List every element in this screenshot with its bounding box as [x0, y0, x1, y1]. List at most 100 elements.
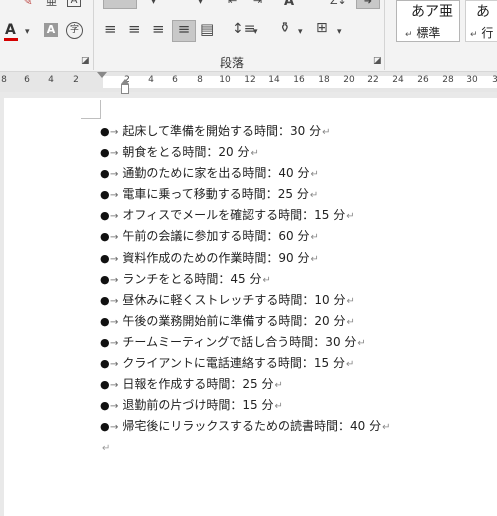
list-item-text: 電車に乗って移動する時間：25 分 [122, 187, 309, 202]
phonetic-guide-icon[interactable]: A [284, 0, 294, 10]
paragraph-mark-icon: ↵ [310, 232, 319, 244]
borders-icon[interactable]: ⊞ [316, 20, 328, 36]
style-no-spacing[interactable]: あ ↵ 行 [465, 0, 497, 42]
bullet-icon: ● [100, 251, 110, 265]
tab-mark-icon: → [110, 359, 119, 371]
paragraph-mark-icon: ↵ [309, 190, 319, 202]
align-center-icon[interactable]: ≡ [128, 21, 141, 37]
bullet-icon: ● [100, 146, 110, 160]
ruler-tick: 24 [392, 75, 404, 85]
tab-mark-icon: → [110, 232, 119, 244]
line-spacing-dropdown-icon[interactable]: ▾ [253, 24, 258, 40]
bullet-icon: ● [100, 230, 110, 244]
tab-mark-icon: → [110, 127, 119, 138]
enclosed-char-icon[interactable]: A [67, 0, 81, 7]
ruler-tick: 14 [268, 75, 280, 85]
margin-guide [81, 118, 100, 119]
font-color-dropdown-icon[interactable]: ▾ [25, 24, 30, 40]
ruler-tick: 28 [442, 75, 454, 85]
borders-dropdown-icon[interactable]: ▾ [337, 24, 342, 40]
ruler-tick: 8 [197, 75, 203, 85]
ruler-tick: 6 [24, 75, 30, 85]
ruler-tick: 6 [172, 75, 178, 85]
tab-mark-icon: → [110, 190, 119, 202]
list-item-text: 午前の会議に参加する時間：60 分 [122, 229, 310, 244]
bullet-list[interactable]: ●→ 起床して準備を開始する時間：30 分↵ ●→ 朝食をとる時間：20 分↵ ●→… [100, 121, 391, 437]
paragraph-mark-icon: ↵ [250, 148, 259, 160]
paragraph-mark-icon: ↵ [346, 316, 355, 328]
list-item[interactable]: ●→ チームミーティングで話し合う時間：30 分↵ [100, 332, 391, 353]
horizontal-ruler[interactable]: 8 6 4 2 2 4 6 8 10 12 14 16 18 20 22 24 … [0, 72, 497, 92]
paragraph-mark-icon: ↵ [346, 295, 355, 307]
font-color-icon[interactable]: A [5, 22, 16, 38]
tab-mark-icon: → [110, 316, 119, 328]
list-item[interactable]: ●→ 午後の業務開始前に準備する時間：20 分↵ [100, 311, 391, 332]
style-normal-sample: あア亜 [411, 4, 453, 20]
paragraph-mark-icon: ↵ [357, 337, 366, 349]
list-item[interactable]: ●→ オフィスでメールを確認する時間：15 分↵ [100, 205, 391, 226]
list-item[interactable]: ●→ 起床して準備を開始する時間：30 分↵ [100, 121, 391, 142]
bullets-icon[interactable] [103, 0, 137, 9]
list-item-text: 帰宅後にリラックスするための読書時間：40 分 [122, 419, 382, 434]
increase-indent-icon[interactable]: ⇥ [253, 0, 262, 9]
eraser-icon[interactable]: ✎ [22, 0, 33, 10]
tab-mark-icon: → [110, 211, 119, 223]
multilevel-list-icon[interactable]: ▾ [198, 0, 203, 10]
ruler-tick: 30 [466, 75, 478, 85]
justify-icon[interactable]: ≡ [172, 20, 196, 42]
show-marks-icon[interactable]: ➜ [356, 0, 380, 9]
tab-mark-icon: → [110, 380, 119, 392]
list-item[interactable]: ●→ クライアントに電話連絡する時間：15 分↵ [100, 353, 391, 374]
ruler-tick: 2 [73, 75, 79, 85]
list-item-text: 資料作成のための作業時間：90 分 [122, 250, 310, 265]
list-item[interactable]: ●→ 午前の会議に参加する時間：60 分↵ [100, 226, 391, 247]
char-shading-icon[interactable]: A [44, 23, 58, 37]
font-dialog-launcher-icon[interactable]: ◪ [81, 56, 90, 66]
ruby-text-icon[interactable]: 亜 [46, 0, 57, 10]
tab-mark-icon: → [110, 253, 119, 265]
shading-icon[interactable]: ⚱ [279, 20, 291, 36]
list-item[interactable]: ●→ 昼休みに軽くストレッチする時間：10 分↵ [100, 290, 391, 311]
decrease-indent-icon[interactable]: ⇤ [228, 0, 237, 9]
paragraph-group-label: 段落 [220, 56, 245, 70]
tab-mark-icon: → [110, 274, 119, 286]
line-spacing-icon[interactable]: ↕≡ [232, 21, 255, 37]
bullet-icon: ● [100, 167, 110, 181]
list-item[interactable]: ●→ 朝食をとる時間：20 分↵ [100, 142, 391, 163]
style-normal[interactable]: あア亜 ↵ 標準 [396, 0, 460, 42]
list-item[interactable]: ●→ 電車に乗って移動する時間：25 分↵ [100, 184, 391, 205]
list-item[interactable]: ●→ 日報を作成する時間：25 分↵ [100, 374, 391, 395]
list-item[interactable]: ●→ 資料作成のための作業時間：90 分↵ [100, 248, 391, 269]
paragraph-dialog-launcher-icon[interactable]: ◪ [373, 56, 382, 66]
ruler-tick: 3 [492, 75, 497, 85]
list-item[interactable]: ●→ 通勤のために家を出る時間：40 分↵ [100, 163, 391, 184]
paragraph-mark-icon: ↵ [322, 127, 331, 138]
first-line-indent-marker[interactable] [97, 72, 107, 78]
list-item-text: クライアントに電話連絡する時間：15 分 [122, 356, 345, 371]
bullet-icon: ● [100, 293, 110, 307]
ruler-tick: 4 [48, 75, 54, 85]
tab-mark-icon: → [110, 422, 119, 434]
align-left-icon[interactable]: ≡ [104, 21, 117, 37]
sort-icon[interactable]: Z↓ [330, 0, 347, 9]
list-item[interactable]: ●→ 帰宅後にリラックスするための読書時間：40 分↵ [100, 416, 391, 437]
paragraph-mark-icon: ↵ [274, 380, 283, 392]
shading-dropdown-icon[interactable]: ▾ [298, 24, 303, 40]
bullet-icon: ● [100, 314, 110, 328]
ruler-tick: 22 [367, 75, 379, 85]
paragraph-mark-icon: ↵ [382, 422, 391, 434]
list-item-text: ランチをとる時間：45 分 [122, 271, 262, 286]
bullet-icon: ● [100, 335, 110, 349]
paragraph-mark-icon: ↵ [310, 169, 319, 181]
hanging-indent-marker[interactable] [121, 79, 129, 94]
paragraph-mark-icon: ↵ [102, 443, 111, 454]
ribbon: ✎ 亜 A A ▾ A 字 ▾ ▾ ⇤ ⇥ A Z↓ ➜ ≡ ≡ ≡ ≡ ▤ ↕… [0, 0, 497, 72]
distributed-icon[interactable]: ▤ [200, 21, 214, 37]
enclose-char-icon[interactable]: 字 [66, 22, 83, 39]
align-right-icon[interactable]: ≡ [152, 21, 165, 37]
list-item[interactable]: ●→ ランチをとる時間：45 分↵ [100, 269, 391, 290]
paragraph-mark-icon: ↵ [274, 401, 283, 413]
list-item[interactable]: ●→ 退勤前の片づけ時間：15 分↵ [100, 395, 391, 416]
bullet-icon: ● [100, 420, 110, 434]
numbering-icon[interactable]: ▾ [151, 0, 156, 10]
